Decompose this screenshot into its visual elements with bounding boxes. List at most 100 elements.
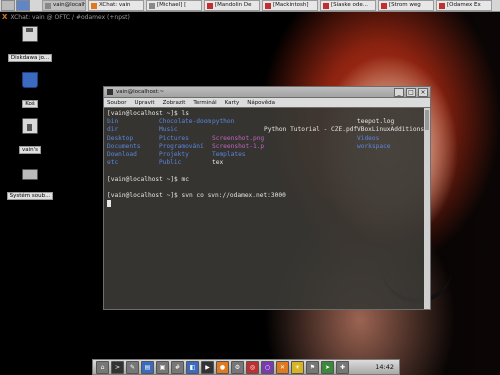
clock[interactable]: 14:42 xyxy=(373,363,396,371)
ls-entry xyxy=(264,118,357,126)
lifebuoy-icon[interactable]: ◎ xyxy=(246,360,259,374)
browser-icon xyxy=(323,2,329,9)
image-viewer-icon[interactable]: ◧ xyxy=(186,360,199,374)
terminal-icon[interactable]: > xyxy=(111,360,124,374)
prompt-line: [vain@localhost ~]$ svn co svn://odamex.… xyxy=(107,191,286,199)
ls-entry xyxy=(264,151,357,159)
taskbar-item-label: [Mackintosh] xyxy=(273,2,309,8)
sun-icon[interactable]: ☀ xyxy=(291,360,304,374)
top-panel: vain@localh XChat: vain [Michael] [ [Mandol… xyxy=(0,0,500,12)
ls-entry: etc xyxy=(107,159,119,167)
prompt-line: [vain@localhost ~]$ mc xyxy=(107,175,189,183)
text-cursor xyxy=(107,200,111,208)
menu-napoveda[interactable]: Nápověda xyxy=(247,100,275,106)
ls-output: bin Chocolate-doom python teepot.log dir Musi… xyxy=(107,118,427,167)
terminal-scrollbar[interactable] xyxy=(424,108,430,309)
ls-entry: VBoxLinuxAdditions.run xyxy=(357,126,427,134)
ls-entry: Projekty xyxy=(159,150,189,158)
taskbar-item[interactable]: vain@localh xyxy=(42,0,86,11)
flag-icon[interactable]: ⚑ xyxy=(306,360,319,374)
terminal-icon xyxy=(45,2,51,9)
puzzle-icon[interactable]: ✚ xyxy=(336,360,349,374)
xchat-icon xyxy=(91,2,97,9)
ls-entry: Download xyxy=(107,150,137,158)
run-icon[interactable]: ➤ xyxy=(321,360,334,374)
launcher-icon[interactable] xyxy=(16,0,30,11)
floppy-icon xyxy=(22,26,38,42)
desktop-icon[interactable]: vain's xyxy=(4,118,56,155)
terminal-menubar: Soubor Upravit Zobrazit Terminál Karty N… xyxy=(103,98,431,107)
taskbar-item-label: [Odamex Ex xyxy=(447,2,481,8)
ls-entry xyxy=(264,159,357,167)
ls-entry: dir xyxy=(107,126,119,134)
calculator-icon[interactable]: # xyxy=(171,360,184,374)
terminal-icon xyxy=(149,2,155,9)
taskbar-item-label: [Michael] [ xyxy=(157,2,187,8)
ls-entry xyxy=(264,143,357,151)
ls-entry xyxy=(357,159,427,167)
xchat-icon[interactable]: ✕ xyxy=(276,360,289,374)
taskbar-item-label: [Strom weg xyxy=(389,2,421,8)
close-button[interactable]: × xyxy=(418,87,428,97)
terminal-titlebar[interactable]: vain@localhost:~ _ □ × xyxy=(103,86,431,98)
menu-upravit[interactable]: Upravit xyxy=(134,100,154,106)
minimize-button[interactable]: _ xyxy=(394,87,404,97)
desktop-icon[interactable]: Diskdawa jo... xyxy=(4,26,56,63)
show-desktop-icon[interactable] xyxy=(1,0,15,11)
ls-entry: bin xyxy=(107,118,119,126)
bottom-dock: ⌂ > ✎ ▤ ▣ # ◧ ▶ ● ⚙ ◎ ○ ✕ ☀ ⚑ ➤ ✚ 14:42 xyxy=(92,359,400,375)
maximize-button[interactable]: □ xyxy=(406,87,416,97)
ls-entry: Chocolate-doom xyxy=(159,118,212,126)
ls-entry: Music xyxy=(159,126,178,134)
taskbar-item[interactable]: [Síaske ode... xyxy=(320,0,376,11)
video-icon[interactable]: ▶ xyxy=(201,360,214,374)
ls-entry: Screenshot-1.png xyxy=(212,142,264,150)
home-icon xyxy=(22,118,38,134)
ls-entry: workspace xyxy=(357,142,391,150)
trash-icon xyxy=(22,72,38,88)
taskbar-item[interactable]: [Mackintosh] xyxy=(262,0,318,11)
terminal-window[interactable]: vain@localhost:~ _ □ × Soubor Upravit Zo… xyxy=(103,86,431,310)
cursor-line xyxy=(107,200,427,208)
ls-entry: Programování xyxy=(159,142,204,150)
taskbar-item[interactable]: [Strom weg xyxy=(378,0,434,11)
terminal-title: vain@localhost:~ xyxy=(116,89,165,95)
home-folder-icon[interactable]: ⌂ xyxy=(96,360,109,374)
ls-entry: Documents xyxy=(107,142,141,150)
file-manager-icon[interactable]: ▤ xyxy=(141,360,154,374)
terminal-icon xyxy=(107,89,113,95)
drive-icon xyxy=(22,169,38,180)
firefox-icon[interactable]: ● xyxy=(216,360,229,374)
desktop-icon-label: Systém soub... xyxy=(6,192,54,200)
browser-icon xyxy=(207,2,213,9)
taskbar-item[interactable]: [Odamex Ex xyxy=(436,0,492,11)
disc-icon[interactable]: ○ xyxy=(261,360,274,374)
desktop-icon-label: Koš xyxy=(22,100,38,108)
menu-karty[interactable]: Karty xyxy=(225,100,240,106)
ls-entry: tex xyxy=(212,159,224,167)
taskbar-item[interactable]: [Michael] [ xyxy=(146,0,202,11)
monitor-icon[interactable]: ▣ xyxy=(156,360,169,374)
taskbar-item[interactable]: [Mandolin De xyxy=(204,0,260,11)
ls-entry: Public xyxy=(159,159,182,167)
ls-entry xyxy=(357,151,427,159)
terminal-console[interactable]: [vain@localhost ~]$ ls bin Chocolate-doom… xyxy=(103,107,431,310)
menu-zobrazit[interactable]: Zobrazit xyxy=(163,100,186,106)
scrollbar-thumb[interactable] xyxy=(425,110,429,130)
taskbar-item-label: XChat: vain xyxy=(99,2,131,8)
taskbar-item-label: vain@localh xyxy=(53,2,86,8)
menu-soubor[interactable]: Soubor xyxy=(107,100,126,106)
desktop-icon[interactable]: Systém soub... xyxy=(4,164,56,201)
taskbar-item-label: [Mandolin De xyxy=(215,2,252,8)
ls-entry: teepot.log xyxy=(357,118,395,126)
task-list: vain@localh XChat: vain [Michael] [ [Mandol… xyxy=(42,0,500,11)
desktop-icon-label: vain's xyxy=(18,146,42,154)
browser-icon xyxy=(439,2,445,9)
desktop-icon[interactable]: Koš xyxy=(4,72,56,109)
settings-icon[interactable]: ⚙ xyxy=(231,360,244,374)
menu-terminal[interactable]: Terminál xyxy=(193,100,216,106)
text-editor-icon[interactable]: ✎ xyxy=(126,360,139,374)
taskbar-item[interactable]: XChat: vain xyxy=(88,0,144,11)
